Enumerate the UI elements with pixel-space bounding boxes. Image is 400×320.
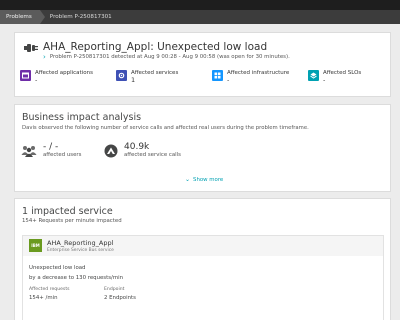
metric-value: 1 [131, 76, 136, 84]
affected-requests-value: 154+ /min [29, 295, 58, 301]
metric-value: - [323, 76, 326, 84]
service-calls-icon [104, 144, 118, 157]
applications-icon [20, 70, 31, 81]
problem-title: AHA_Reporting_Appl: Unexpected low load [43, 41, 268, 53]
service-header[interactable]: IBM AHA_Reporting_Appl Enterprise Servic… [23, 236, 383, 256]
top-bar [0, 0, 400, 10]
breadcrumb-problems[interactable]: Problems [0, 10, 45, 24]
metric-affected-services[interactable]: Affected services 1 [116, 70, 212, 84]
endpoint-info: Endpoint 2 Endpoints [104, 286, 136, 303]
users-icon [21, 145, 37, 157]
endpoint-label: Endpoint [104, 287, 125, 292]
affected-users-value: - / - [43, 142, 59, 152]
impacted-service-item: IBM AHA_Reporting_Appl Enterprise Servic… [22, 235, 384, 320]
problem-detected-text: Problem P-250817301 detected at Aug 9 00… [49, 54, 290, 60]
breadcrumb-current-problem[interactable]: Problem P-250817301 [40, 10, 118, 24]
breadcrumb: Problems Problem P-250817301 [0, 10, 400, 24]
business-impact-description: Davis observed the following number of s… [22, 125, 309, 131]
chevron-down-icon: ⌄ [185, 176, 191, 183]
infrastructure-icon [212, 70, 223, 81]
affected-users-stat: - / - affected users [21, 142, 81, 159]
problem-header-card: AHA_Reporting_Appl: Unexpected low load … [14, 32, 391, 97]
affected-calls-stat: 40.9k affected service calls [104, 142, 181, 159]
metric-label: Affected SLOs [323, 70, 362, 76]
business-impact-title: Business impact analysis [22, 112, 142, 123]
affected-metrics: Affected applications - Affected service… [20, 70, 400, 84]
impacted-services-card: 1 impacted service 154+ Requests per min… [14, 198, 391, 320]
metric-value: - [227, 76, 230, 84]
show-more-label: Show more [193, 176, 224, 183]
endpoint-value[interactable]: 2 Endpoints [104, 294, 136, 303]
metric-value: - [35, 76, 38, 84]
metric-affected-infrastructure[interactable]: Affected infrastructure - [212, 70, 308, 84]
chevron-right-icon[interactable]: › [43, 54, 46, 61]
issue-title: Unexpected low load [29, 265, 86, 271]
service-name[interactable]: AHA_Reporting_Appl [47, 239, 113, 247]
service-type: Enterprise Service Bus service [47, 248, 114, 253]
show-more-link[interactable]: ⌄ Show more [185, 176, 223, 183]
affected-requests: Affected requests 154+ /min [29, 286, 70, 303]
metric-label: Affected services [131, 70, 179, 76]
plug-icon [24, 44, 38, 52]
affected-requests-label: Affected requests [29, 287, 70, 292]
metric-label: Affected applications [35, 70, 93, 76]
slo-icon [308, 70, 319, 81]
impacted-services-title: 1 impacted service [22, 206, 113, 217]
impacted-services-subtitle: 154+ Requests per minute impacted [22, 218, 122, 224]
metric-label: Affected infrastructure [227, 70, 290, 76]
service-issue: Unexpected low load by a decrease to 130… [29, 263, 123, 283]
issue-detail: by a decrease to 130 requests/min [29, 275, 124, 281]
affected-calls-label: affected service calls [124, 152, 181, 158]
business-impact-card: Business impact analysis Davis observed … [14, 104, 391, 192]
services-icon [116, 70, 127, 81]
ibm-logo-icon: IBM [29, 239, 42, 252]
problem-subtitle: › Problem P-250817301 detected at Aug 9 … [43, 54, 290, 61]
affected-users-label: affected users [43, 152, 82, 158]
affected-calls-value: 40.9k [124, 142, 150, 152]
metric-affected-applications[interactable]: Affected applications - [20, 70, 116, 84]
metric-affected-slos[interactable]: Affected SLOs - [308, 70, 400, 84]
